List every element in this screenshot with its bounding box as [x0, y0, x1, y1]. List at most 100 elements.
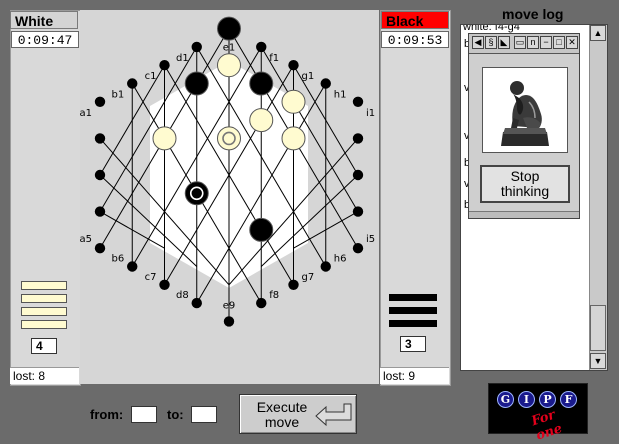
black-clock: 0:09:53	[381, 31, 449, 48]
nav-back-icon[interactable]: ◀	[472, 36, 484, 49]
stop-thinking-label-1: Stop	[510, 168, 540, 184]
white-reserve-count: 4	[31, 338, 57, 354]
thinker-statue-image	[482, 67, 568, 153]
label-d1: d1	[176, 53, 189, 64]
edge-dot	[288, 279, 299, 290]
note-icon[interactable]: n	[527, 36, 539, 49]
popup-status-bar	[469, 211, 579, 218]
stop-thinking-label-2: thinking	[500, 183, 550, 199]
label-d8: d8	[176, 290, 189, 301]
white-player-panel	[10, 10, 81, 386]
label-c7: c7	[145, 272, 157, 283]
logo-letter: G	[497, 391, 514, 408]
to-label: to:	[167, 407, 184, 422]
edge-dot	[159, 60, 170, 71]
white-piece-c3[interactable]	[152, 126, 177, 151]
gipf-logo: G I P F For one	[488, 383, 588, 444]
window-icon[interactable]: ▭	[514, 36, 526, 49]
white-piece-g2[interactable]	[281, 89, 306, 114]
label-h6: h6	[334, 254, 347, 265]
from-label: from:	[90, 407, 124, 422]
to-field[interactable]	[191, 406, 217, 423]
black-reserve-count: 3	[400, 336, 426, 352]
edge-dot	[352, 169, 364, 181]
move-log-title: move log	[502, 6, 564, 22]
edge-dot	[320, 261, 331, 272]
edge-dot	[94, 96, 106, 108]
white-lost-count: lost: 8	[10, 367, 79, 384]
edge-dot	[127, 261, 138, 272]
minimize-icon[interactable]: −	[540, 36, 552, 49]
edge-dot	[256, 297, 267, 309]
scroll-up-icon[interactable]: ▲	[590, 25, 606, 41]
black-reserve-piece	[389, 320, 437, 327]
white-piece-g3[interactable]	[281, 126, 306, 151]
black-piece-e1[interactable]	[217, 16, 241, 41]
edge-dot	[288, 60, 299, 71]
label-g7: g7	[302, 272, 315, 283]
edge-dot	[127, 78, 138, 89]
white-clock: 0:09:47	[11, 31, 79, 48]
execute-label-1: Execute	[256, 399, 308, 415]
white-piece-e4[interactable]	[217, 126, 241, 151]
white-reserve-piece	[21, 307, 67, 316]
white-piece-e2[interactable]	[217, 53, 241, 78]
edge-dot	[320, 78, 331, 89]
edge-dot	[191, 41, 202, 53]
scroll-thumb[interactable]	[590, 305, 606, 351]
edge-dot	[352, 206, 364, 217]
thinking-popup: ◀ § ◣ ▭ n − □ ✕ Stop thinking	[468, 33, 580, 219]
black-piece-d5[interactable]	[184, 181, 209, 206]
return-arrow-icon	[315, 403, 352, 427]
edge-dot	[159, 279, 170, 290]
black-player-name: Black	[381, 11, 449, 29]
label-i1: i1	[366, 108, 375, 119]
maximize-icon[interactable]: □	[553, 36, 565, 49]
black-lost-count: lost: 9	[380, 367, 449, 384]
label-f8: f8	[269, 290, 279, 301]
label-c1: c1	[145, 71, 157, 82]
white-piece-f3[interactable]	[249, 108, 274, 133]
label-b1: b1	[112, 90, 125, 101]
game-board[interactable]: e9 d8 f8 c7 g7 b6 h6 a5 i5 a1 i1 b1 h1 c1 g1 d1 f1 e1	[80, 10, 379, 384]
popup-title-bar: ◀ § ◣ ▭ n − □ ✕	[469, 34, 579, 54]
black-piece-f6[interactable]	[249, 217, 274, 242]
black-reserve-piece	[389, 294, 437, 301]
execute-label-2: move	[264, 414, 300, 430]
label-e1: e1	[223, 43, 236, 54]
label-i5: i5	[366, 234, 375, 245]
label-b6: b6	[112, 254, 125, 265]
black-player-panel	[380, 10, 451, 386]
logo-subtitle: For one	[529, 407, 565, 444]
from-field[interactable]	[131, 406, 157, 423]
label-e9: e9	[223, 300, 236, 311]
settings-icon[interactable]: §	[485, 36, 497, 49]
scroll-down-icon[interactable]: ▼	[590, 353, 606, 369]
move-log-scrollbar[interactable]: ▲ ▼	[589, 25, 607, 370]
edge-dot	[352, 243, 364, 254]
label-g1: g1	[302, 71, 315, 82]
white-player-name: White	[10, 11, 78, 29]
edge-dot	[94, 206, 106, 217]
edge-dot	[223, 316, 235, 327]
edge-dot	[352, 96, 364, 108]
close-icon[interactable]: ✕	[566, 36, 578, 49]
edge-dot	[94, 243, 106, 254]
edge-dot	[191, 297, 202, 309]
black-piece-d2[interactable]	[184, 71, 209, 96]
execute-move-button[interactable]: Execute move	[239, 394, 357, 434]
black-reserve-piece	[389, 307, 437, 314]
label-f1: f1	[269, 53, 279, 64]
stop-thinking-button[interactable]: Stop thinking	[480, 165, 570, 203]
edge-dot	[94, 169, 106, 181]
black-piece-f2[interactable]	[249, 71, 274, 96]
triangle-icon[interactable]: ◣	[498, 36, 510, 49]
edge-dot	[94, 133, 106, 144]
label-a5: a5	[80, 234, 92, 245]
edge-dot	[256, 41, 267, 53]
logo-letter: P	[539, 391, 556, 408]
white-reserve-piece	[21, 294, 67, 303]
label-h1: h1	[334, 90, 347, 101]
logo-letter: I	[518, 391, 535, 408]
edge-dot	[352, 133, 364, 144]
